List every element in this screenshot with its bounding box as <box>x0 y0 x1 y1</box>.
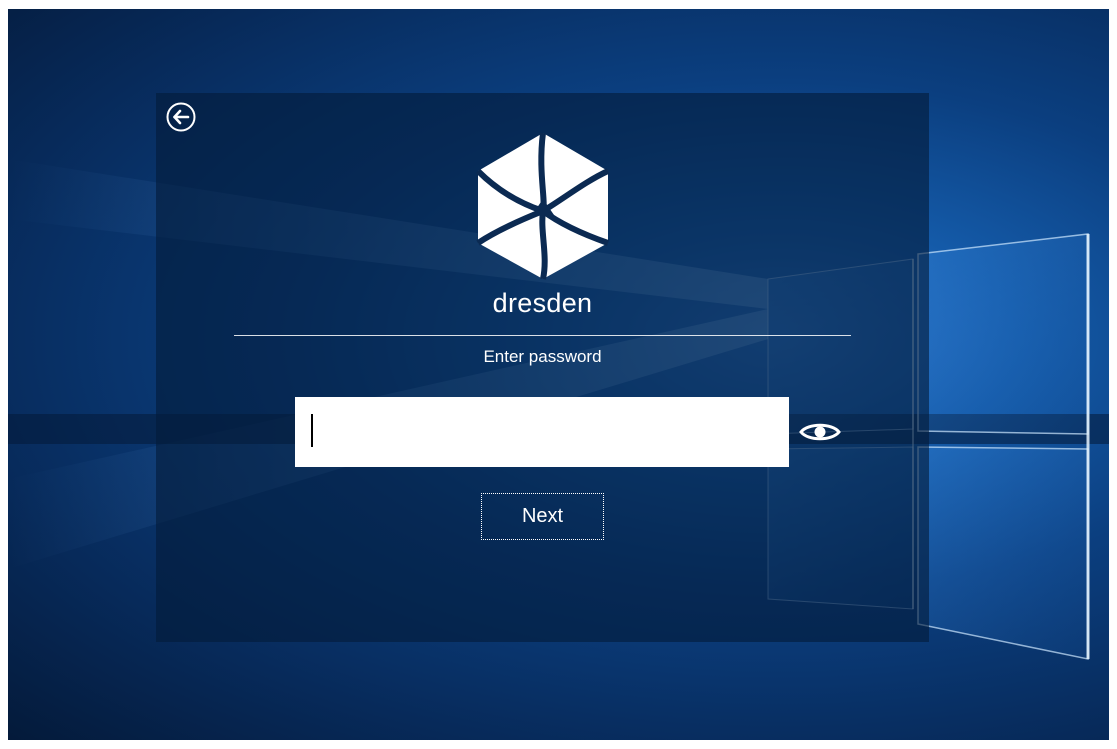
password-input[interactable] <box>295 397 789 467</box>
next-button[interactable]: Next <box>481 493 604 540</box>
reveal-password-button[interactable] <box>798 421 842 443</box>
back-arrow-icon <box>166 102 196 132</box>
back-button[interactable] <box>166 102 196 132</box>
login-panel: dresden Enter password Next <box>156 93 929 642</box>
lock-screen: dresden Enter password Next <box>8 9 1109 740</box>
text-caret <box>311 414 313 447</box>
password-prompt: Enter password <box>483 347 602 366</box>
eye-icon <box>799 423 841 441</box>
divider <box>234 335 851 336</box>
hexagon-logo <box>475 132 610 280</box>
username: dresden <box>492 288 593 318</box>
